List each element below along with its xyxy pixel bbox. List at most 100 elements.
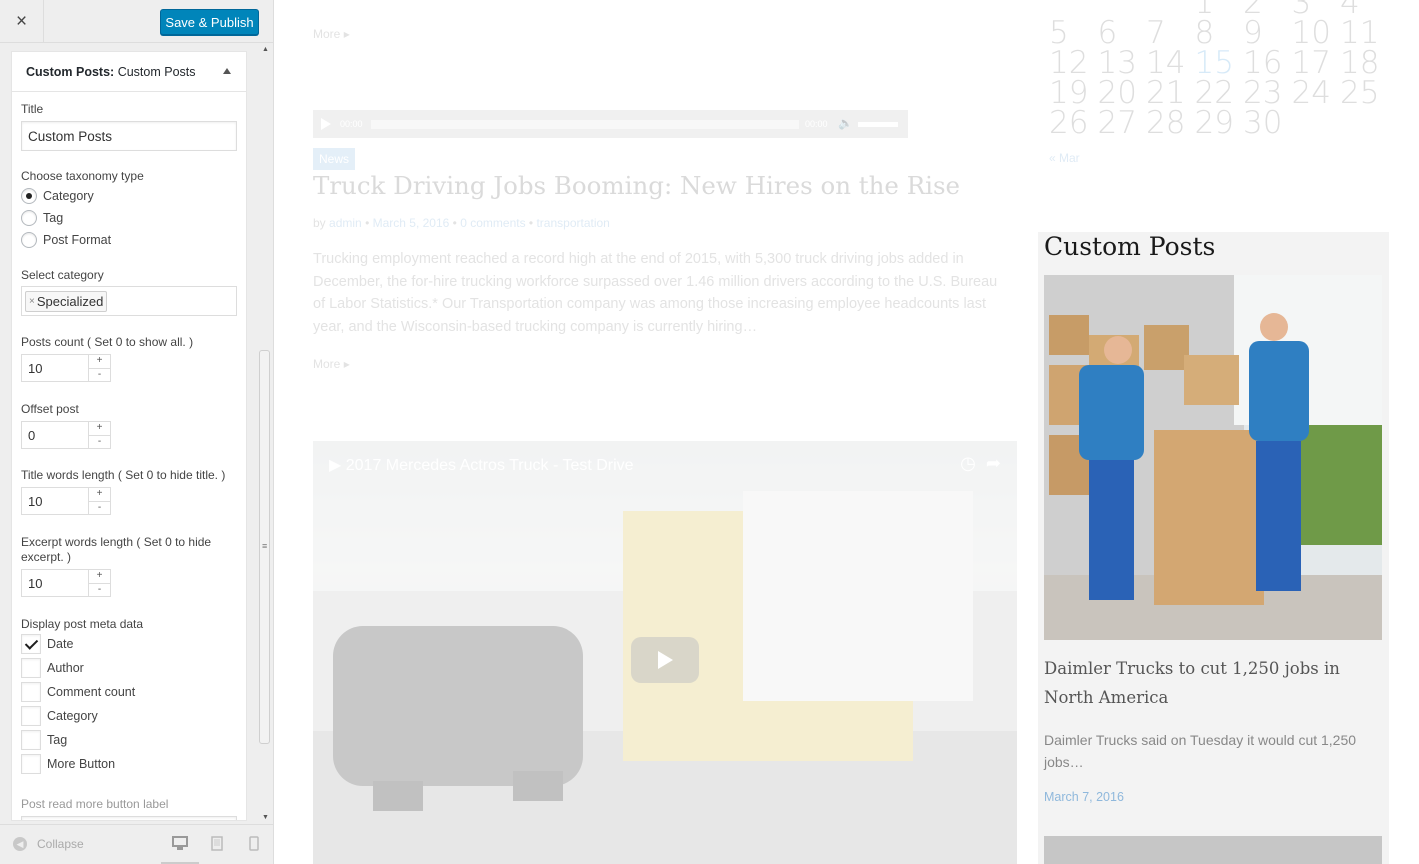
calendar-week: 26 27 28 29 30 bbox=[1049, 105, 1389, 141]
checkbox-tag[interactable] bbox=[21, 730, 41, 750]
category-select[interactable]: × Specialized bbox=[21, 286, 237, 316]
more-link[interactable]: More ▸ bbox=[313, 27, 350, 41]
tablet-icon[interactable] bbox=[211, 836, 223, 851]
calendar-day: 28 bbox=[1146, 105, 1186, 141]
volume-slider[interactable] bbox=[858, 122, 898, 127]
calendar-day: 12 bbox=[1049, 45, 1089, 81]
widget-post-excerpt: Daimler Trucks said on Tuesday it would … bbox=[1044, 732, 1357, 770]
posts-count-stepper[interactable]: 10 + - bbox=[21, 354, 111, 382]
decrement-button[interactable]: - bbox=[89, 502, 110, 515]
customizer-footer: ◀ Collapse bbox=[0, 824, 273, 864]
audio-progress[interactable] bbox=[371, 120, 799, 129]
title-input[interactable]: Custom Posts bbox=[21, 121, 237, 151]
panel-heading[interactable]: Custom Posts: Custom Posts bbox=[12, 52, 246, 92]
excerpt-words-value[interactable]: 10 bbox=[22, 570, 88, 596]
close-icon[interactable]: × bbox=[0, 0, 44, 43]
calendar-day: 9 bbox=[1243, 15, 1263, 51]
taxonomy-option-post-format[interactable]: Post Format bbox=[21, 232, 111, 248]
meta-option-date[interactable]: Date bbox=[21, 634, 73, 654]
category-badge[interactable]: News bbox=[313, 148, 356, 170]
widget-post-title[interactable]: Daimler Trucks to cut 1,250 jobs in Nort… bbox=[1044, 654, 1382, 712]
calendar-day bbox=[1292, 108, 1341, 138]
scroll-down-icon[interactable]: ▼ bbox=[262, 814, 269, 821]
decrement-button[interactable]: - bbox=[89, 369, 110, 382]
calendar-day: 27 bbox=[1097, 105, 1137, 141]
meta-option-more-button[interactable]: More Button bbox=[21, 754, 115, 774]
radio-category[interactable] bbox=[21, 188, 37, 204]
decrement-button[interactable]: - bbox=[89, 436, 110, 449]
panel-scrollbar[interactable]: ▲ ≡ ▼ bbox=[258, 44, 272, 821]
excerpt-words-stepper[interactable]: 10 + - bbox=[21, 569, 111, 597]
caret-up-icon[interactable] bbox=[223, 68, 231, 74]
collapse-button[interactable]: ◀ Collapse bbox=[13, 837, 84, 851]
taxonomy-option-label: Category bbox=[43, 189, 94, 203]
widget-title: Custom Posts bbox=[1044, 232, 1216, 261]
checkbox-comment-count[interactable] bbox=[21, 682, 41, 702]
desktop-icon[interactable] bbox=[172, 836, 188, 851]
audio-player[interactable]: 00:00 00:00 🔈 bbox=[313, 110, 908, 138]
radio-post-format[interactable] bbox=[21, 232, 37, 248]
meta-option-label: More Button bbox=[47, 757, 116, 771]
category-chip: × Specialized bbox=[25, 291, 108, 312]
video-play-button[interactable] bbox=[631, 637, 699, 683]
meta-author[interactable]: admin bbox=[329, 216, 362, 230]
meta-comments[interactable]: 0 comments bbox=[460, 216, 525, 230]
clock-icon[interactable]: ◷ bbox=[960, 453, 976, 473]
meta-tag[interactable]: transportation bbox=[536, 216, 609, 230]
offset-stepper[interactable]: 0 + - bbox=[21, 421, 111, 449]
widget-post-date[interactable]: March 7, 2016 bbox=[1044, 790, 1124, 804]
calendar-day bbox=[1340, 108, 1389, 138]
taxonomy-option-label: Post Format bbox=[43, 233, 112, 247]
title-words-stepper[interactable]: 10 + - bbox=[21, 487, 111, 515]
remove-chip-icon[interactable]: × bbox=[29, 296, 35, 307]
calendar-prev-link[interactable]: « Mar bbox=[1049, 151, 1080, 165]
meta-option-label: Date bbox=[47, 637, 74, 651]
next-post-thumbnail[interactable] bbox=[1044, 836, 1382, 864]
calendar-day: 19 bbox=[1049, 75, 1089, 111]
scroll-up-icon[interactable]: ▲ bbox=[262, 46, 269, 53]
read-more-input[interactable] bbox=[21, 816, 237, 820]
radio-tag[interactable] bbox=[21, 210, 37, 226]
meta-option-author[interactable]: Author bbox=[21, 658, 84, 678]
increment-button[interactable]: + bbox=[89, 570, 110, 584]
meta-option-tag[interactable]: Tag bbox=[21, 730, 67, 750]
meta-option-label: Author bbox=[47, 661, 84, 675]
meta-option-label: Category bbox=[47, 709, 98, 723]
post-title[interactable]: Truck Driving Jobs Booming: New Hires on… bbox=[313, 171, 960, 200]
calendar-day-today: 15 bbox=[1194, 45, 1234, 81]
panel-heading-name: Custom Posts bbox=[117, 65, 196, 79]
category-chip-label: Specialized bbox=[36, 294, 104, 309]
mute-icon[interactable]: 🔈 bbox=[838, 116, 853, 130]
post-excerpt: Trucking employment reached a record hig… bbox=[313, 251, 998, 335]
meta-option-comment-count[interactable]: Comment count bbox=[21, 682, 135, 702]
checkbox-more-button[interactable] bbox=[21, 754, 41, 774]
category-label: Select category bbox=[21, 268, 104, 282]
checkbox-date[interactable] bbox=[21, 634, 41, 654]
calendar-week: 19 20 21 22 23 24 25 bbox=[1049, 75, 1389, 111]
meta-date[interactable]: March 5, 2016 bbox=[373, 216, 450, 230]
post-thumbnail[interactable] bbox=[1044, 275, 1382, 640]
title-words-value[interactable]: 10 bbox=[22, 488, 88, 514]
increment-button[interactable]: + bbox=[89, 355, 110, 369]
more-arrow-icon: ▸ bbox=[343, 27, 350, 41]
posts-count-value[interactable]: 10 bbox=[22, 355, 88, 381]
share-icon[interactable]: ➦ bbox=[986, 453, 1001, 473]
increment-button[interactable]: + bbox=[89, 422, 110, 436]
video-title[interactable]: ▶ 2017 Mercedes Actros Truck - Test Driv… bbox=[329, 455, 634, 475]
taxonomy-option-category[interactable]: Category bbox=[21, 188, 94, 204]
movers-photo bbox=[1044, 275, 1382, 640]
more-link[interactable]: More ▸ bbox=[313, 357, 350, 371]
scrollbar-thumb[interactable]: ≡ bbox=[259, 350, 270, 744]
taxonomy-option-tag[interactable]: Tag bbox=[21, 210, 63, 226]
checkbox-category[interactable] bbox=[21, 706, 41, 726]
mobile-icon[interactable] bbox=[249, 836, 259, 851]
save-publish-button[interactable]: Save & Publish bbox=[160, 9, 259, 35]
checkbox-author[interactable] bbox=[21, 658, 41, 678]
decrement-button[interactable]: - bbox=[89, 584, 110, 597]
calendar-widget: 1234 5 6 7 8 9 10 11 12 13 14 15 16 17 18 19 20 21 22 23… bbox=[1049, 0, 1389, 141]
offset-value[interactable]: 0 bbox=[22, 422, 88, 448]
play-icon[interactable] bbox=[321, 118, 331, 130]
meta-option-category[interactable]: Category bbox=[21, 706, 98, 726]
video-embed[interactable]: ▶ 2017 Mercedes Actros Truck - Test Driv… bbox=[313, 441, 1017, 864]
increment-button[interactable]: + bbox=[89, 488, 110, 502]
